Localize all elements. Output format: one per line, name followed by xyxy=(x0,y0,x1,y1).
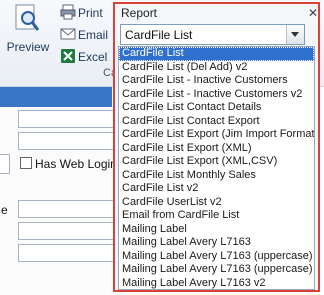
report-panel-title: Report xyxy=(121,6,158,20)
chevron-down-icon xyxy=(291,32,299,37)
report-option[interactable]: CardFile List - Inactive Customers v2 xyxy=(119,88,314,102)
has-web-login-label: Has Web Login xyxy=(35,157,117,171)
text-field-6[interactable] xyxy=(18,244,115,262)
report-option[interactable]: Mailing Label xyxy=(119,223,314,237)
report-option[interactable]: Mailing Label Avery L7163 v2 xyxy=(119,277,314,290)
report-option[interactable]: CardFile List (Del Add) v2 xyxy=(119,61,314,75)
report-option[interactable]: CardFile List v2 xyxy=(119,182,314,196)
report-panel: Report ✕ CardFile List CardFile List Card… xyxy=(113,2,320,292)
report-option[interactable]: CardFile List Contact Details xyxy=(119,101,314,115)
printer-icon xyxy=(60,4,76,20)
email-label: Email xyxy=(78,28,109,42)
report-option[interactable]: CardFile List Monthly Sales xyxy=(119,169,314,183)
text-field-1[interactable] xyxy=(18,110,115,128)
excel-icon xyxy=(61,49,75,63)
report-option[interactable]: CardFile List - Inactive Customers xyxy=(119,74,314,88)
report-option[interactable]: CardFile List Export (XML) xyxy=(119,142,314,156)
field-label-partial: e xyxy=(1,203,8,217)
report-option[interactable]: CardFile List Export (XML,CSV) xyxy=(119,155,314,169)
email-icon xyxy=(60,28,76,40)
dropdown-toggle-button[interactable] xyxy=(286,25,304,44)
close-icon[interactable]: ✕ xyxy=(308,6,318,20)
report-select[interactable]: CardFile List xyxy=(120,24,305,45)
text-field-2[interactable] xyxy=(18,132,115,150)
preview-magnifier-icon xyxy=(15,4,40,31)
preview-label: Preview xyxy=(6,40,50,54)
form-area: Has Web Login e xyxy=(0,107,117,295)
report-option[interactable]: CardFile List Export (Jim Import Format) xyxy=(119,128,314,142)
report-option[interactable]: Mailing Label Avery L7163 (uppercase) v2 xyxy=(119,263,314,277)
report-options-list[interactable]: CardFile List CardFile List (Del Add) v2 C… xyxy=(118,46,315,290)
report-option[interactable]: Mailing Label Avery L7163 (uppercase) xyxy=(119,250,314,264)
text-field-3[interactable] xyxy=(0,154,10,174)
report-option[interactable]: CardFile List xyxy=(119,47,314,61)
text-field-4[interactable] xyxy=(18,200,115,218)
section-header-band xyxy=(0,87,112,107)
report-option[interactable]: Mailing Label Avery L7163 xyxy=(119,236,314,250)
excel-label: Excel xyxy=(78,50,108,64)
report-select-value: CardFile List xyxy=(125,28,193,42)
has-web-login-checkbox[interactable] xyxy=(20,157,32,169)
report-option[interactable]: CardFile List Contact Export xyxy=(119,115,314,129)
preview-button[interactable]: Preview xyxy=(6,2,50,58)
text-field-5[interactable] xyxy=(18,222,115,240)
report-option[interactable]: CardFile UserList v2 xyxy=(119,196,314,210)
print-label: Print xyxy=(78,6,103,20)
report-option[interactable]: Email from CardFile List xyxy=(119,209,314,223)
